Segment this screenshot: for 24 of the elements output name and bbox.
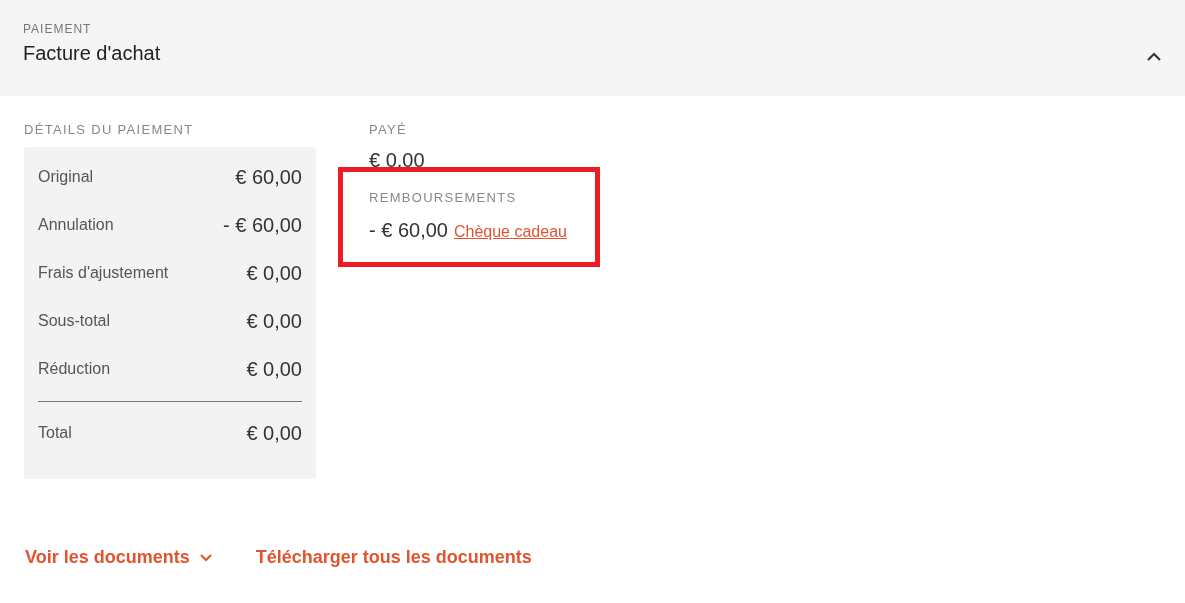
chevron-up-icon[interactable] [1147,52,1161,61]
row-value: € 60,00 [235,165,302,189]
refunds-label: REMBOURSEMENTS [369,190,518,205]
total-value: € 0,00 [246,421,302,445]
total-label: Total [38,424,72,442]
row-label: Annulation [38,216,114,234]
document-link[interactable]: Voir les documents [25,547,212,568]
refund-method-link[interactable]: Chèque cadeau [453,223,567,241]
row-value: € 0,00 [246,261,302,285]
paid-label: PAYÉ [369,122,408,137]
section-label: DÉTAILS DU PAIEMENT [24,122,195,137]
row-value: € 0,00 [246,357,302,381]
chevron-down-icon [199,553,212,562]
row-value: - € 60,00 [223,213,302,237]
row-label: Frais d'ajustement [38,264,169,282]
section-label: PAIEMENT [23,22,93,36]
paid-amount: € 0,00 [369,149,426,172]
document-link[interactable]: Télécharger tous les documents [255,547,532,568]
row-value: € 0,00 [246,309,302,333]
section-title: Facture d'achat [23,42,161,65]
row-label: Original [38,168,94,186]
row-label: Réduction [38,360,111,378]
refund-amount: - € 60,00 [369,219,448,242]
row-label: Sous-total [38,312,111,330]
